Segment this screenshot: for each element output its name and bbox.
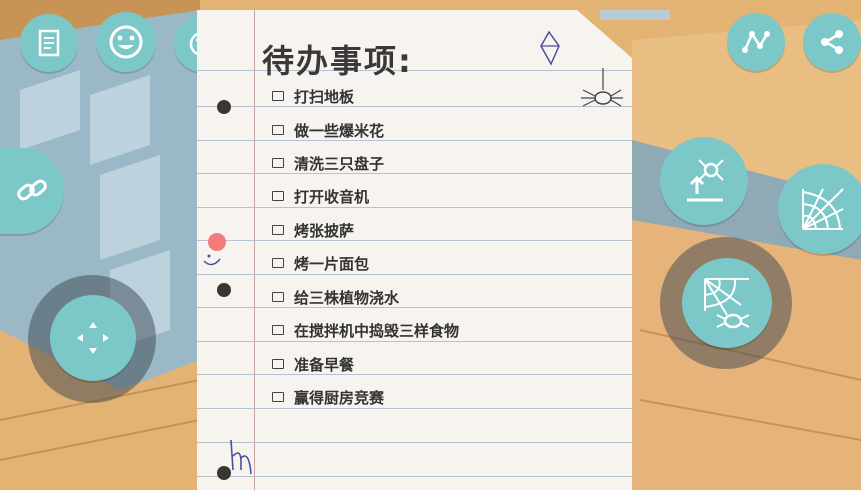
todo-item-label: 做一些爆米花 bbox=[294, 121, 385, 140]
movement-joystick[interactable] bbox=[50, 295, 136, 381]
binder-hole bbox=[217, 100, 231, 114]
note-rule bbox=[197, 374, 632, 375]
todo-item: 赢得厨房竞赛 bbox=[272, 386, 384, 408]
note-rule bbox=[197, 476, 632, 477]
todo-item-label: 烤一片面包 bbox=[294, 254, 370, 273]
todo-item: 准备早餐 bbox=[272, 353, 354, 375]
gem-doodle-icon bbox=[540, 30, 560, 66]
todo-item: 在搅拌机中捣毁三样食物 bbox=[272, 319, 459, 341]
note-rule bbox=[197, 307, 632, 308]
note-rule bbox=[197, 207, 632, 208]
todo-item: 做一些爆米花 bbox=[272, 119, 384, 141]
note-rule bbox=[197, 341, 632, 342]
note-margin-line bbox=[254, 10, 255, 490]
note-rule bbox=[197, 140, 632, 141]
note-rule bbox=[197, 106, 632, 107]
todo-item-label: 在搅拌机中捣毁三样食物 bbox=[294, 321, 460, 340]
checkbox bbox=[272, 158, 284, 168]
spider-doodle-icon bbox=[581, 68, 623, 107]
todo-item-label: 准备早餐 bbox=[294, 355, 355, 374]
share-button[interactable] bbox=[803, 13, 861, 71]
checkbox bbox=[272, 125, 284, 135]
nodes-icon bbox=[742, 31, 770, 53]
todo-item: 烤一片面包 bbox=[272, 252, 369, 274]
todo-item: 烤张披萨 bbox=[272, 219, 354, 241]
todo-title: 待办事项: bbox=[262, 42, 413, 80]
scribble-doodle-icon bbox=[230, 439, 252, 475]
web-spider-icon bbox=[704, 278, 750, 329]
todo-item-label: 打扫地板 bbox=[294, 87, 355, 106]
note-rule bbox=[197, 408, 632, 409]
link-icon bbox=[17, 179, 47, 201]
share-icon bbox=[821, 30, 843, 54]
checkbox bbox=[272, 191, 284, 201]
notes-button[interactable] bbox=[20, 14, 78, 72]
game-scene: 待办事项: 打扫地板 做一些爆米花 清洗三只盘子 打开收音机 烤张披萨 烤一片面… bbox=[0, 0, 861, 490]
todo-item-label: 清洗三只盘子 bbox=[294, 154, 385, 173]
todo-note: 待办事项: 打扫地板 做一些爆米花 清洗三只盘子 打开收音机 烤张披萨 烤一片面… bbox=[197, 10, 632, 490]
todo-item-label: 给三株植物浇水 bbox=[294, 288, 400, 307]
spiderweb-icon bbox=[802, 188, 844, 230]
checkbox bbox=[272, 359, 284, 369]
note-rule bbox=[197, 442, 632, 443]
checkbox bbox=[272, 91, 284, 101]
todo-item: 清洗三只盘子 bbox=[272, 152, 384, 174]
note-rule bbox=[197, 240, 632, 241]
web-button[interactable] bbox=[778, 164, 861, 254]
move-arrows-icon bbox=[77, 322, 109, 354]
todo-item: 打开收音机 bbox=[272, 185, 369, 207]
checkbox bbox=[272, 392, 284, 402]
smiley-icon bbox=[109, 25, 143, 59]
todo-item-label: 打开收音机 bbox=[294, 187, 370, 206]
climb-button[interactable] bbox=[660, 137, 748, 225]
action-joystick[interactable] bbox=[682, 258, 772, 348]
note-rule bbox=[197, 173, 632, 174]
checkbox bbox=[272, 258, 284, 268]
checkbox bbox=[272, 325, 284, 335]
checkbox bbox=[272, 292, 284, 302]
skill-tree-button[interactable] bbox=[727, 13, 785, 71]
todo-item-label: 赢得厨房竞赛 bbox=[294, 388, 385, 407]
binder-hole bbox=[217, 283, 231, 297]
todo-item: 打扫地板 bbox=[272, 85, 354, 107]
smile-doodle-icon bbox=[203, 254, 221, 266]
climb-icon bbox=[687, 159, 724, 202]
emote-button[interactable] bbox=[96, 12, 156, 72]
todo-item-label: 烤张披萨 bbox=[294, 221, 355, 240]
checkbox bbox=[272, 225, 284, 235]
marker-dot bbox=[208, 233, 226, 251]
notes-icon bbox=[38, 29, 60, 57]
todo-item: 给三株植物浇水 bbox=[272, 286, 399, 308]
note-rule bbox=[197, 274, 632, 275]
